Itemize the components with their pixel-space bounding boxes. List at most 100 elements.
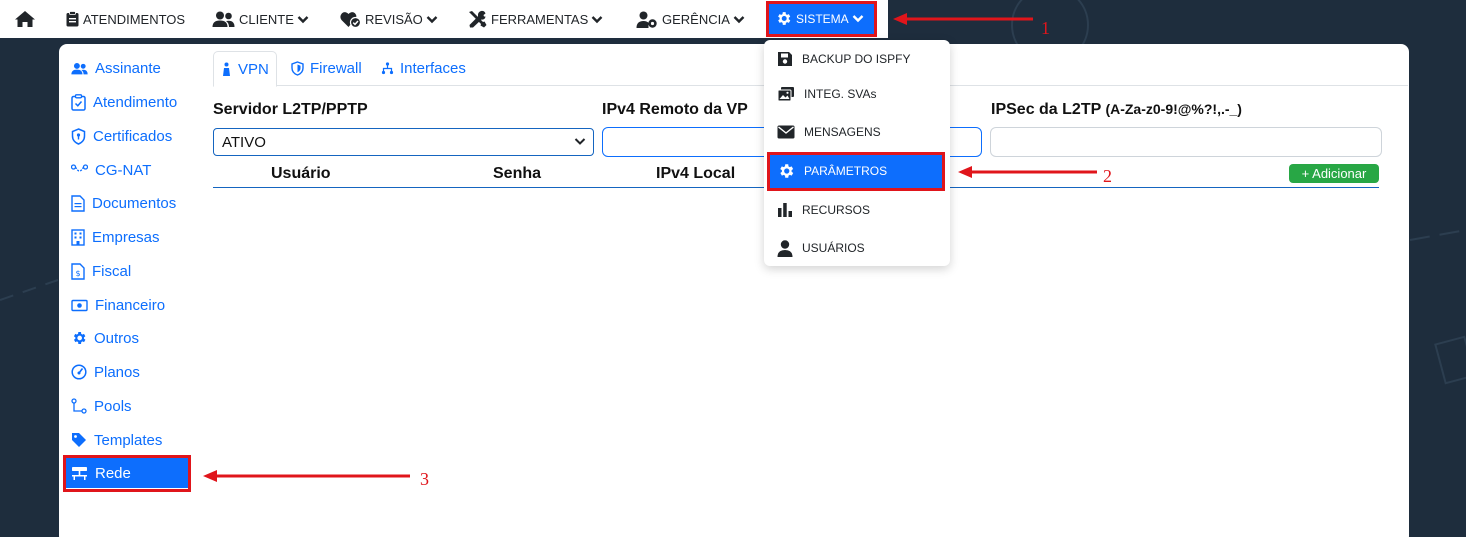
server-select-value: ATIVO [222,133,266,151]
sidebar-item-label: Financeiro [95,296,166,314]
sidebar-item-planos[interactable]: Planos [71,360,140,384]
gear-icon [780,164,794,178]
sidebar-item-pools[interactable]: Pools [71,394,132,418]
ipsec-input[interactable] [990,127,1382,157]
nav-gerencia[interactable]: GERÊNCIA [636,0,745,38]
tab-label: Interfaces [400,60,466,77]
menu-item-label: USUÁRIOS [802,241,865,255]
sidebar-item-label: CG-NAT [95,161,152,179]
sidebar-item-label: Outros [94,329,140,347]
building-icon [71,228,85,246]
sidebar-item-label: Empresas [92,228,160,246]
gauge-icon [71,364,87,380]
nav-atendimentos-label: ATENDIMENTOS [83,11,186,27]
server-select[interactable]: ATIVO [213,128,594,156]
clipboard-icon [66,11,79,27]
receipt-icon: $ [71,262,85,280]
chevron-down-icon [426,15,438,23]
sidebar-item-empresas[interactable]: Empresas [71,225,160,249]
menu-item-recursos[interactable]: RECURSOS [764,195,950,225]
chevron-down-icon [591,15,603,23]
main-panel: Assinante Atendimento Certificados CG-NA… [59,44,1409,537]
chevron-down-icon [574,138,586,145]
sidebar-item-assinante[interactable]: Assinante [71,56,161,80]
users-icon [212,11,235,27]
images-icon [777,87,794,102]
users-icon [71,62,88,74]
user-gear-icon [636,11,657,28]
sidebar-item-label: Fiscal [92,262,132,280]
network-icon [72,466,87,480]
sidebar-item-label: Certificados [93,127,173,145]
menu-item-label: PARÂMETROS [804,164,888,178]
chevron-down-icon [852,15,864,23]
home-icon [15,11,35,27]
tab-label: Firewall [310,60,362,77]
gear-icon [73,332,86,344]
sidebar-item-templates[interactable]: Templates [71,428,162,452]
tab-vpn[interactable]: VPN [213,51,277,87]
chevron-down-icon [297,15,309,23]
ipsec-label: IPSec da L2TP [991,101,1101,118]
ipv4-remote-label: IPv4 Remoto da VP [602,101,748,118]
money-icon [71,299,88,311]
column-header-senha: Senha [493,165,542,182]
sidebar-item-outros[interactable]: Outros [71,326,139,350]
person-walking-icon [223,62,230,76]
menu-item-integ-svas[interactable]: INTEG. SVAs [764,79,950,109]
sidebar-item-atendimento[interactable]: Atendimento [71,90,177,114]
menu-item-label: INTEG. SVAs [804,87,877,101]
ipsec-label-wrap: IPSec da L2TP (A-Za-z0-9!@%?!,.-_) [991,101,1242,119]
server-label: Servidor L2TP/PPTP [213,101,368,118]
diagram-icon [71,398,87,414]
sidebar-item-label: Pools [94,397,132,415]
menu-item-backup[interactable]: BACKUP DO ISPFY [764,44,950,74]
menu-item-parametros[interactable]: PARÂMETROS [770,154,944,188]
menu-item-label: MENSAGENS [804,125,881,139]
menu-item-usuarios[interactable]: USUÁRIOS [764,233,950,263]
sidebar-item-fiscal[interactable]: $ Fiscal [71,259,131,283]
clipboard-check-icon [71,93,86,111]
tab-interfaces[interactable]: Interfaces [381,51,466,86]
nav-cliente[interactable]: CLIENTE [212,0,309,38]
nav-atendimentos[interactable]: ATENDIMENTOS [66,0,185,38]
sidebar-item-label: Templates [94,431,163,449]
ipsec-hint: (A-Za-z0-9!@%?!,.-_) [1105,101,1242,117]
sidebar-item-rede[interactable]: Rede [66,458,188,488]
menu-item-mensagens[interactable]: MENSAGENS [764,117,950,147]
tab-label: VPN [238,60,269,78]
tools-icon [469,10,487,28]
sidebar-item-label: Rede [95,464,131,482]
nav-ferramentas-label: FERRAMENTAS [491,11,589,27]
sitemap-icon [381,62,394,75]
nav-sistema[interactable]: SISTEMA [769,3,874,34]
add-button[interactable]: + Adicionar [1289,164,1379,183]
envelope-icon [777,125,795,139]
svg-text:$: $ [76,269,81,278]
save-icon [778,52,792,66]
sidebar-item-label: Planos [94,363,140,381]
shield-icon [71,127,86,145]
sidebar-item-cg-nat[interactable]: CG-NAT [71,158,151,182]
nav-ferramentas[interactable]: FERRAMENTAS [467,0,603,38]
route-icon [71,163,88,172]
annotation-step-1: 1 [1041,18,1050,38]
heart-check-icon [340,11,361,28]
top-navbar: ATENDIMENTOS CLIENTE REVISÃO FERRAMENTAS… [0,0,888,38]
sidebar-item-label: Atendimento [93,93,178,111]
sistema-dropdown-menu: BACKUP DO ISPFY INTEG. SVAs MENSAGENS PA… [764,40,950,266]
sidebar-item-financeiro[interactable]: Financeiro [71,293,165,317]
gear-icon [778,12,791,25]
home-button[interactable] [14,0,36,38]
sidebar-item-certificados[interactable]: Certificados [71,124,172,148]
sidebar-item-label: Assinante [95,59,161,77]
nav-sistema-label: SISTEMA [796,11,849,26]
nav-revisao[interactable]: REVISÃO [340,0,438,38]
document-icon [71,194,85,212]
nav-gerencia-label: GERÊNCIA [662,11,730,27]
tag-icon [72,433,86,447]
menu-item-label: RECURSOS [802,203,871,217]
bar-chart-icon [778,203,792,217]
tab-firewall[interactable]: Firewall [291,51,362,86]
sidebar-item-documentos[interactable]: Documentos [71,191,176,215]
